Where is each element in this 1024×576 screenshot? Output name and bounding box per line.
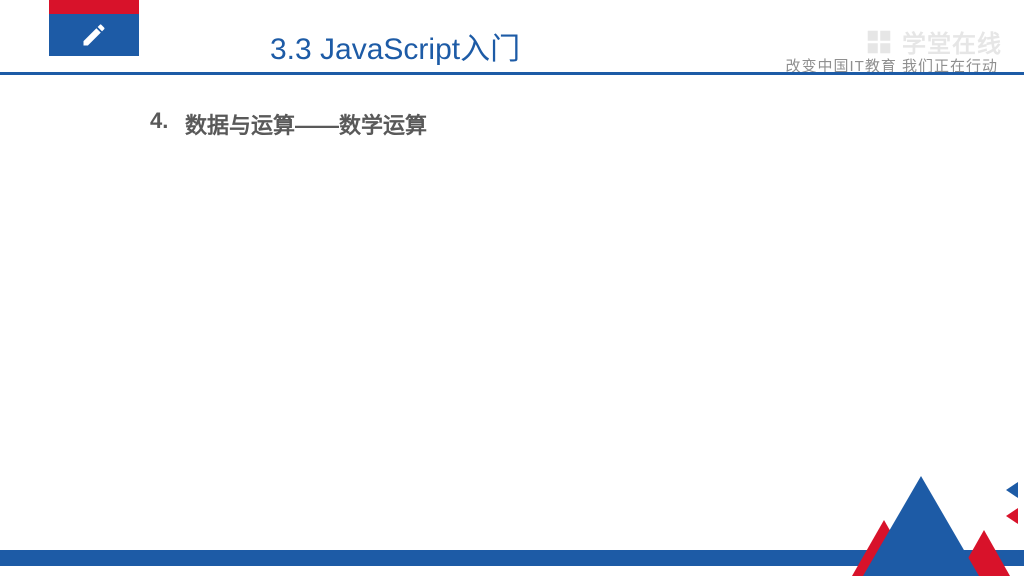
content-number: 4. [150,108,185,140]
pencil-icon [80,21,108,49]
page-title: 3.3 JavaScript入门 [270,24,520,68]
decor-arrow-blue [1006,482,1018,498]
watermark: 学堂在线 [864,24,1002,59]
header-blue-tab [49,14,139,56]
decor-triangle-blue [863,476,979,576]
header-underline-main [168,72,1024,75]
header-underline-left [0,72,168,75]
content-text: 数据与运算——数学运算 [185,108,427,140]
watermark-logo-icon [864,27,894,57]
watermark-text: 学堂在线 [902,24,1002,59]
decor-arrow-red [1006,508,1018,524]
content-heading: 4. 数据与运算——数学运算 [150,108,427,140]
header-red-accent [49,0,139,14]
